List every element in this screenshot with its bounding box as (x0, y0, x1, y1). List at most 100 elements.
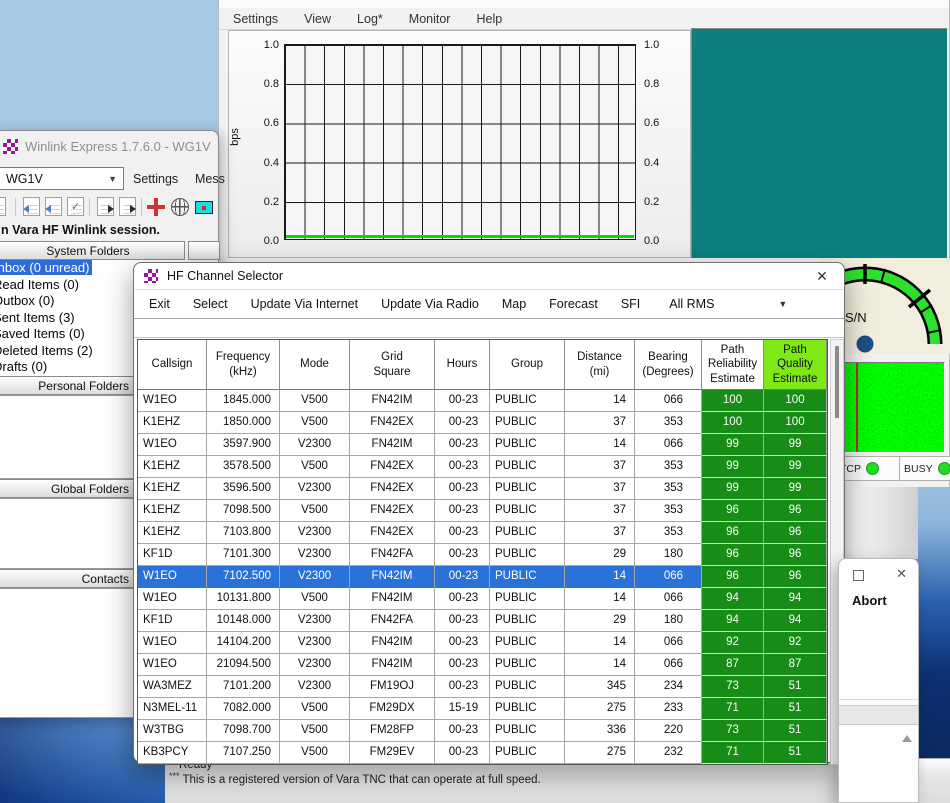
table-row[interactable]: W1EO21094.500V2300FN42IM00-23PUBLIC14066… (138, 654, 827, 676)
menu-select[interactable]: Select (193, 297, 228, 311)
column-header[interactable]: Grid Square (350, 340, 435, 390)
column-header[interactable]: Bearing (Degrees) (635, 340, 702, 390)
column-header[interactable]: Hours (435, 340, 490, 390)
menu-forecast[interactable]: Forecast (549, 297, 598, 311)
close-icon[interactable]: ✕ (813, 268, 831, 285)
message-list-header-stub (188, 241, 220, 260)
table-cell: V500 (280, 698, 350, 720)
table-row[interactable]: KF1D7101.300V2300FN42FA00-23PUBLIC291809… (138, 544, 827, 566)
scrollbar-thumb[interactable] (835, 346, 839, 418)
column-header[interactable]: Callsign (138, 340, 207, 390)
table-cell: 066 (635, 588, 702, 610)
table-cell: PUBLIC (490, 478, 565, 500)
globe-icon[interactable] (171, 198, 189, 216)
close-icon[interactable]: ✕ (896, 566, 907, 582)
scroll-up-icon[interactable] (902, 735, 912, 742)
table-cell: FM29DX (350, 698, 435, 720)
table-cell: 94 (702, 610, 764, 632)
table-cell: 00-23 (435, 610, 490, 632)
table-cell: V500 (280, 390, 350, 412)
global-folders-header[interactable]: Global Folders (0, 479, 138, 498)
menu-monitor[interactable]: Monitor (409, 12, 451, 26)
table-cell: 3578.500 (207, 456, 280, 478)
reply-icon[interactable] (23, 197, 40, 216)
rms-filter-select[interactable]: All RMS ▼ (669, 297, 791, 311)
column-header[interactable]: Mode (280, 340, 350, 390)
rms-map-icon[interactable] (195, 201, 213, 214)
column-header[interactable]: Group (490, 340, 565, 390)
channel-table-header: CallsignFrequency (kHz)ModeGrid SquareHo… (138, 340, 827, 390)
table-row[interactable]: W1EO1845.000V500FN42IM00-23PUBLIC1406610… (138, 390, 827, 412)
table-row[interactable]: W1EO3597.900V2300FN42IM00-23PUBLIC140669… (138, 434, 827, 456)
menu-exit[interactable]: Exit (149, 297, 170, 311)
table-cell: K1EHZ (138, 478, 207, 500)
table-cell: 1845.000 (207, 390, 280, 412)
table-cell: WA3MEZ (138, 676, 207, 698)
reply-all-icon[interactable] (45, 197, 62, 216)
table-row[interactable]: N3MEL-117082.000V500FM29DX15-19PUBLIC275… (138, 698, 827, 720)
table-cell: 00-23 (435, 742, 490, 764)
table-row[interactable]: K1EHZ3596.500V2300FN42EX00-23PUBLIC37353… (138, 478, 827, 500)
table-cell: KF1D (138, 544, 207, 566)
column-header[interactable]: Frequency (kHz) (207, 340, 280, 390)
menu-update-radio[interactable]: Update Via Radio (381, 297, 479, 311)
abort-button[interactable]: Abort (852, 593, 887, 608)
callsign-select[interactable]: WG1V ▼ (0, 167, 124, 190)
menu-help[interactable]: Help (476, 12, 502, 26)
table-cell: V2300 (280, 676, 350, 698)
table-row[interactable]: KB3PCY7107.250V500FM29EV00-23PUBLIC27523… (138, 742, 827, 764)
table-cell: FM19OJ (350, 676, 435, 698)
global-folders-list[interactable] (0, 498, 138, 569)
table-cell: 066 (635, 566, 702, 588)
hf-dialog-icon (144, 269, 158, 283)
winlink-menu-settings[interactable]: Settings (133, 172, 178, 186)
chart-ytick-label: 0.0 (249, 235, 279, 247)
menu-log[interactable]: Log* (357, 12, 383, 26)
table-row[interactable]: K1EHZ3578.500V500FN42EX00-23PUBLIC373539… (138, 456, 827, 478)
column-header[interactable]: Path Reliability Estimate (702, 340, 764, 390)
table-row[interactable]: W1EO10131.800V500FN42IM00-23PUBLIC140669… (138, 588, 827, 610)
chart-y-axis-label: bps (229, 128, 241, 146)
menu-map[interactable]: Map (502, 297, 526, 311)
table-cell: V2300 (280, 632, 350, 654)
contacts-list[interactable] (0, 588, 138, 718)
column-header[interactable]: Path Quality Estimate (764, 340, 827, 390)
menu-sfi[interactable]: SFI (621, 297, 640, 311)
send-receive-icon[interactable] (119, 197, 136, 216)
table-row[interactable]: W1EO14104.200V2300FN42IM00-23PUBLIC14066… (138, 632, 827, 654)
column-header[interactable]: Distance (mi) (565, 340, 635, 390)
winlink-menu-message[interactable]: Mess (195, 172, 225, 186)
table-cell: 14 (565, 588, 635, 610)
new-message-icon[interactable] (0, 197, 6, 216)
table-cell: 96 (702, 500, 764, 522)
personal-folders-header[interactable]: Personal Folders (0, 376, 138, 395)
menu-update-internet[interactable]: Update Via Internet (251, 297, 358, 311)
maximize-icon[interactable] (853, 570, 864, 581)
red-cross-icon[interactable] (147, 198, 165, 216)
table-cell: 37 (565, 522, 635, 544)
table-cell: 3596.500 (207, 478, 280, 500)
system-folders-header[interactable]: System Folders (0, 241, 185, 260)
table-row[interactable]: WA3MEZ7101.200V2300FM19OJ00-23PUBLIC3452… (138, 676, 827, 698)
chart-ytick-label: 0.4 (644, 157, 674, 169)
menu-settings[interactable]: Settings (233, 12, 278, 26)
abort-window: ✕ Abort (838, 558, 919, 803)
contacts-header[interactable]: Contacts (0, 569, 138, 588)
menu-view[interactable]: View (304, 12, 331, 26)
table-row[interactable]: W3TBG7098.700V500FM28FP00-23PUBLIC336220… (138, 720, 827, 742)
table-cell: 7082.000 (207, 698, 280, 720)
table-cell: W1EO (138, 654, 207, 676)
table-cell: 14 (565, 390, 635, 412)
table-cell: PUBLIC (490, 654, 565, 676)
forward-icon[interactable] (97, 197, 114, 216)
personal-folders-list[interactable] (0, 395, 138, 479)
chart-ytick-label: 0.4 (249, 157, 279, 169)
table-row[interactable]: KF1D10148.000V2300FN42FA00-23PUBLIC29180… (138, 610, 827, 632)
table-row[interactable]: W1EO7102.500V2300FN42IM00-23PUBLIC140669… (138, 566, 827, 588)
table-row[interactable]: K1EHZ7103.800V2300FN42EX00-23PUBLIC37353… (138, 522, 827, 544)
accept-icon[interactable] (67, 197, 84, 216)
table-row[interactable]: K1EHZ1850.000V500FN42EX00-23PUBLIC373531… (138, 412, 827, 434)
table-cell: FN42IM (350, 566, 435, 588)
table-row[interactable]: K1EHZ7098.500V500FN42EX00-23PUBLIC373539… (138, 500, 827, 522)
hf-dialog-titlebar[interactable]: HF Channel Selector ✕ (134, 263, 844, 290)
